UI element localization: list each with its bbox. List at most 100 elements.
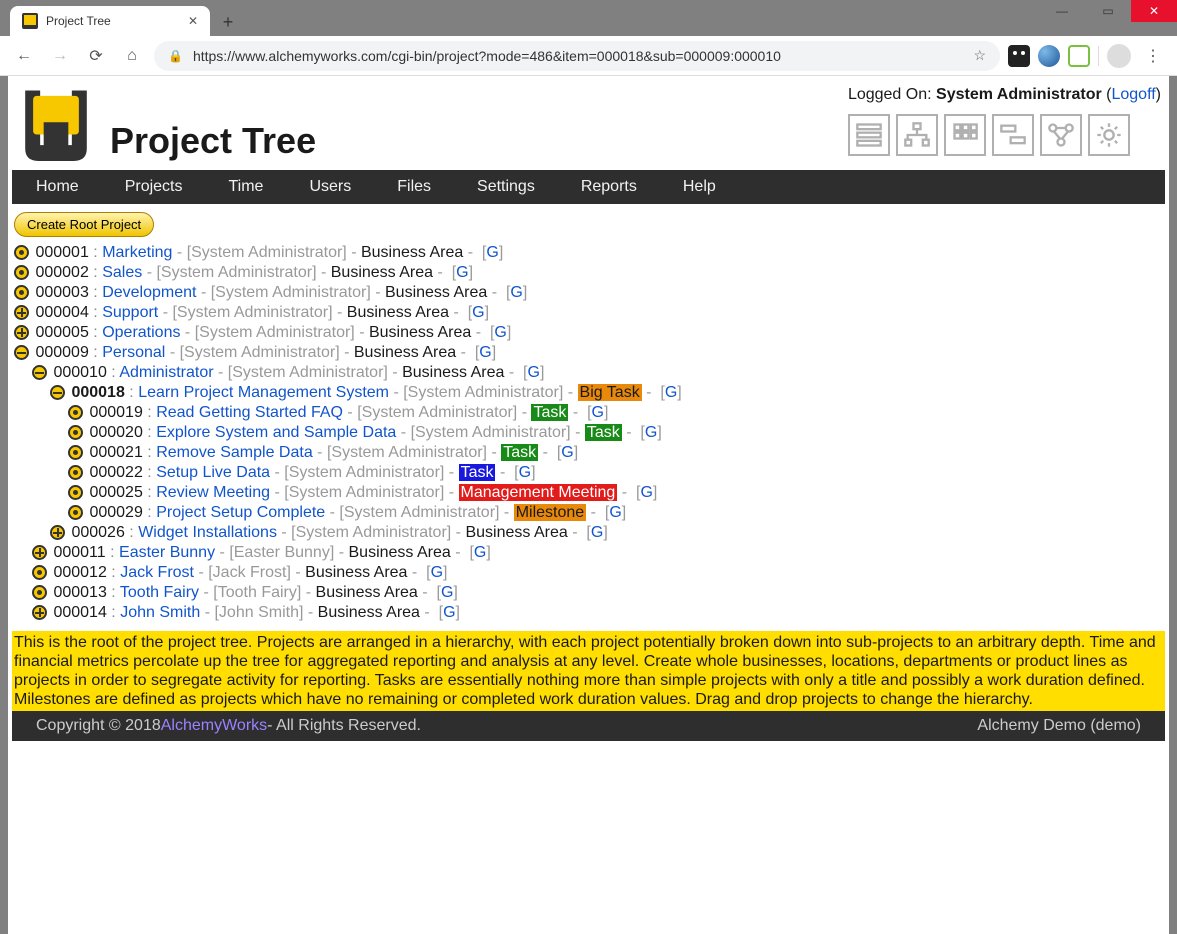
tree-row: 000009 : Personal - [System Administrato… — [14, 343, 1163, 363]
tree-minus-icon[interactable] — [50, 385, 65, 400]
login-block: Logged On: System Administrator (Logoff) — [848, 80, 1163, 156]
project-name-link[interactable]: Easter Bunny — [119, 544, 215, 561]
reload-button[interactable]: ⟳ — [82, 42, 110, 70]
nav-users[interactable]: Users — [309, 178, 351, 196]
project-name-link[interactable]: Explore System and Sample Data — [156, 424, 396, 441]
tree-dot-icon[interactable] — [68, 445, 83, 460]
tree-plus-icon[interactable] — [14, 325, 29, 340]
footer-brand-link[interactable]: AlchemyWorks — [161, 717, 267, 735]
org-chart-icon[interactable] — [896, 114, 938, 156]
create-root-project-button[interactable]: Create Root Project — [14, 212, 154, 237]
tree-dot-icon[interactable] — [68, 425, 83, 440]
gantt-link[interactable]: G — [441, 584, 453, 601]
project-name-link[interactable]: Jack Frost — [120, 564, 194, 581]
gantt-link[interactable]: G — [665, 384, 677, 401]
gantt-link[interactable]: G — [645, 424, 657, 441]
project-name-link[interactable]: Project Setup Complete — [156, 504, 325, 521]
close-window-button[interactable]: ✕ — [1131, 0, 1177, 22]
grid-view-icon[interactable] — [944, 114, 986, 156]
address-bar[interactable]: 🔒 https://www.alchemyworks.com/cgi-bin/p… — [154, 41, 1000, 71]
project-name-link[interactable]: Learn Project Management System — [138, 384, 389, 401]
tree-dot-icon[interactable] — [32, 585, 47, 600]
gantt-link[interactable]: G — [510, 284, 522, 301]
browser-menu-button[interactable]: ⋮ — [1139, 42, 1167, 70]
dash: - — [449, 484, 454, 501]
nav-files[interactable]: Files — [397, 178, 431, 196]
forward-button[interactable]: → — [46, 42, 74, 70]
project-name-link[interactable]: Review Meeting — [156, 484, 270, 501]
nav-time[interactable]: Time — [228, 178, 263, 196]
gantt-link[interactable]: G — [519, 464, 531, 481]
tree-plus-icon[interactable] — [14, 305, 29, 320]
gantt-link[interactable]: G — [472, 304, 484, 321]
gantt-link[interactable]: G — [527, 364, 539, 381]
project-name-link[interactable]: Support — [102, 304, 158, 321]
gantt-link[interactable]: G — [494, 324, 506, 341]
project-name-link[interactable]: Personal — [102, 344, 165, 361]
nav-help[interactable]: Help — [683, 178, 716, 196]
gantt-link[interactable]: G — [443, 604, 455, 621]
project-name-link[interactable]: Setup Live Data — [156, 464, 270, 481]
tree-plus-icon[interactable] — [50, 525, 65, 540]
tree-dot-icon[interactable] — [14, 245, 29, 260]
extension-icon-2[interactable] — [1038, 45, 1060, 67]
project-name-link[interactable]: Remove Sample Data — [156, 444, 313, 461]
bracket: ] — [486, 544, 490, 561]
nav-projects[interactable]: Projects — [125, 178, 183, 196]
project-id: 000010 — [53, 364, 106, 381]
list-view-icon[interactable] — [848, 114, 890, 156]
project-name-link[interactable]: Development — [102, 284, 196, 301]
graph-icon[interactable] — [1040, 114, 1082, 156]
close-tab-icon[interactable]: ✕ — [188, 14, 198, 28]
profile-avatar[interactable] — [1107, 44, 1131, 68]
gantt-link[interactable]: G — [640, 484, 652, 501]
project-name-link[interactable]: Marketing — [102, 244, 172, 261]
project-name-link[interactable]: Read Getting Started FAQ — [156, 404, 343, 421]
tree-dot-icon[interactable] — [68, 465, 83, 480]
project-name-link[interactable]: Widget Installations — [138, 524, 277, 541]
tree-dot-icon[interactable] — [14, 265, 29, 280]
maximize-button[interactable]: ▭ — [1085, 0, 1131, 22]
back-button[interactable]: ← — [10, 42, 38, 70]
gear-icon[interactable] — [1088, 114, 1130, 156]
tree-dot-icon[interactable] — [68, 505, 83, 520]
nav-home[interactable]: Home — [36, 178, 79, 196]
tree-dot-icon[interactable] — [68, 405, 83, 420]
gantt-link[interactable]: G — [456, 264, 468, 281]
home-button[interactable]: ⌂ — [118, 42, 146, 70]
nav-reports[interactable]: Reports — [581, 178, 637, 196]
project-name-link[interactable]: John Smith — [120, 604, 200, 621]
minimize-button[interactable]: — — [1039, 0, 1085, 22]
browser-tab[interactable]: Project Tree ✕ — [10, 6, 210, 36]
gantt-link[interactable]: G — [561, 444, 573, 461]
tree-dot-icon[interactable] — [14, 285, 29, 300]
tree-minus-icon[interactable] — [32, 365, 47, 380]
bookmark-star-icon[interactable]: ☆ — [973, 47, 986, 64]
dash: - — [274, 484, 279, 501]
dash: - — [170, 344, 175, 361]
nav-settings[interactable]: Settings — [477, 178, 535, 196]
extension-icon-3[interactable] — [1068, 45, 1090, 67]
gantt-link[interactable]: G — [591, 524, 603, 541]
gantt-link[interactable]: G — [592, 404, 604, 421]
gantt-link[interactable]: G — [479, 344, 491, 361]
tree-dot-icon[interactable] — [32, 565, 47, 580]
project-name-link[interactable]: Administrator — [119, 364, 213, 381]
extension-icon-1[interactable] — [1008, 45, 1030, 67]
project-type: Business Area — [361, 244, 463, 261]
project-name-link[interactable]: Sales — [102, 264, 142, 281]
project-name-link[interactable]: Tooth Fairy — [120, 584, 199, 601]
tree-plus-icon[interactable] — [32, 545, 47, 560]
tree-dot-icon[interactable] — [68, 485, 83, 500]
timeline-icon[interactable] — [992, 114, 1034, 156]
tree-plus-icon[interactable] — [32, 605, 47, 620]
gantt-link[interactable]: G — [486, 244, 498, 261]
new-tab-button[interactable]: + — [214, 8, 242, 36]
logoff-link[interactable]: Logoff — [1111, 86, 1155, 103]
gantt-link[interactable]: G — [609, 504, 621, 521]
project-name-link[interactable]: Operations — [102, 324, 180, 341]
tree-minus-icon[interactable] — [14, 345, 29, 360]
gantt-link[interactable]: G — [474, 544, 486, 561]
gantt-link[interactable]: G — [431, 564, 443, 581]
project-owner: [Jack Frost] — [208, 564, 291, 581]
